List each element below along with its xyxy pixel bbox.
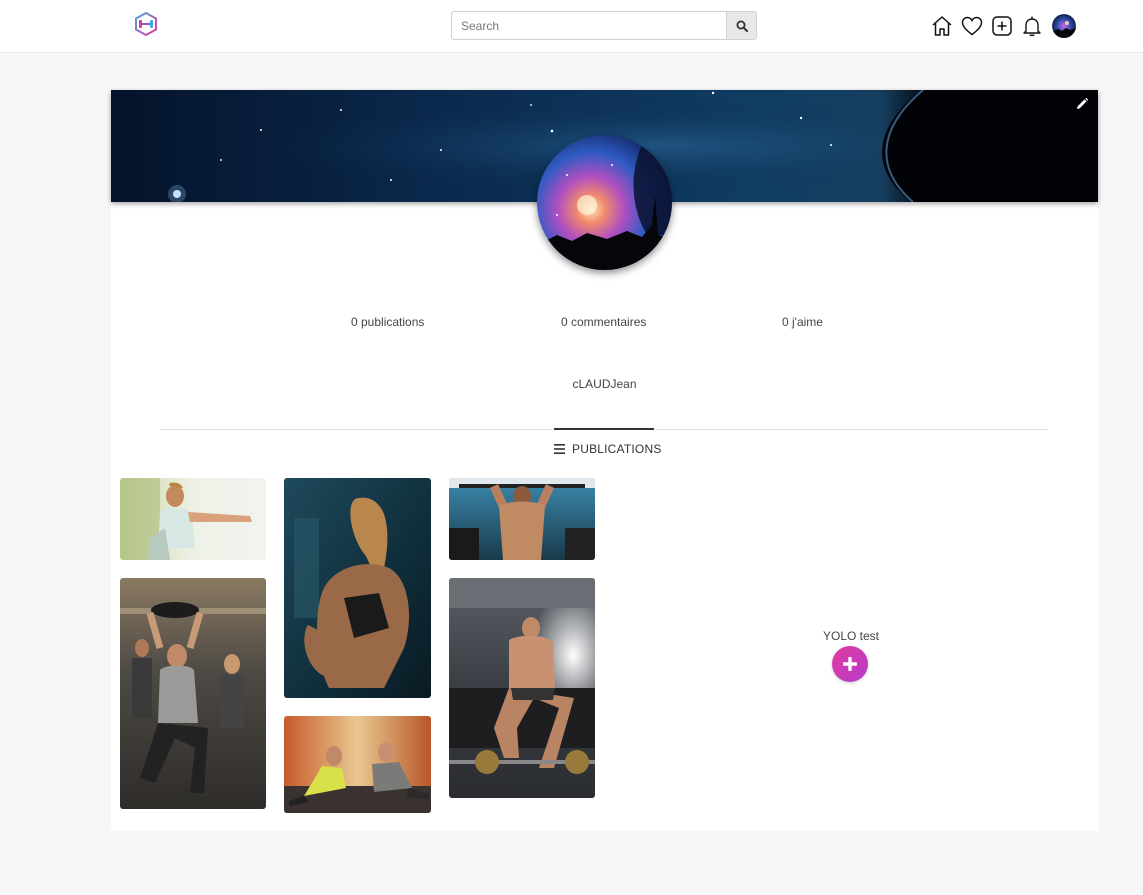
- search-button[interactable]: [727, 11, 757, 40]
- photo-woman-back-gym[interactable]: [284, 478, 431, 698]
- username: cLAUDJean: [572, 377, 637, 391]
- comments-count: 0 commentaires: [561, 315, 647, 329]
- likes-count: 0 j'aime: [782, 315, 823, 329]
- photo-couple-pushups[interactable]: [284, 716, 431, 813]
- app-logo[interactable]: [133, 11, 159, 37]
- home-icon[interactable]: [930, 14, 954, 38]
- photo-man-back-pulldown[interactable]: [449, 478, 595, 560]
- photo-group-fitness-class[interactable]: [120, 578, 266, 809]
- edit-cover-button[interactable]: [1074, 96, 1090, 112]
- create-post-button[interactable]: [832, 646, 868, 682]
- tab-publications[interactable]: PUBLICATIONS: [554, 442, 661, 456]
- photo-man-bodybuilder-bench[interactable]: [449, 578, 595, 798]
- heart-icon[interactable]: [960, 14, 984, 38]
- create-label: YOLO test: [822, 629, 880, 643]
- tab-publications-label: PUBLICATIONS: [572, 442, 662, 456]
- search-input[interactable]: [451, 11, 727, 40]
- add-post-icon[interactable]: [990, 14, 1014, 38]
- nav-icons: [930, 13, 1076, 39]
- profile-avatar[interactable]: [537, 135, 672, 270]
- profile-card: 0 publications 0 commentaires 0 j'aime c…: [111, 90, 1098, 831]
- plus-icon: [843, 657, 857, 671]
- menu-icon: [554, 444, 565, 454]
- publications-count: 0 publications: [351, 315, 425, 329]
- top-navbar: [0, 0, 1143, 53]
- bell-icon[interactable]: [1020, 14, 1044, 38]
- search-bar: [451, 11, 757, 40]
- search-icon: [736, 20, 748, 32]
- user-avatar[interactable]: [1052, 14, 1076, 38]
- photo-woman-squat-outdoor[interactable]: [120, 478, 266, 560]
- pencil-icon: [1077, 97, 1089, 109]
- active-tab-indicator: [554, 428, 654, 430]
